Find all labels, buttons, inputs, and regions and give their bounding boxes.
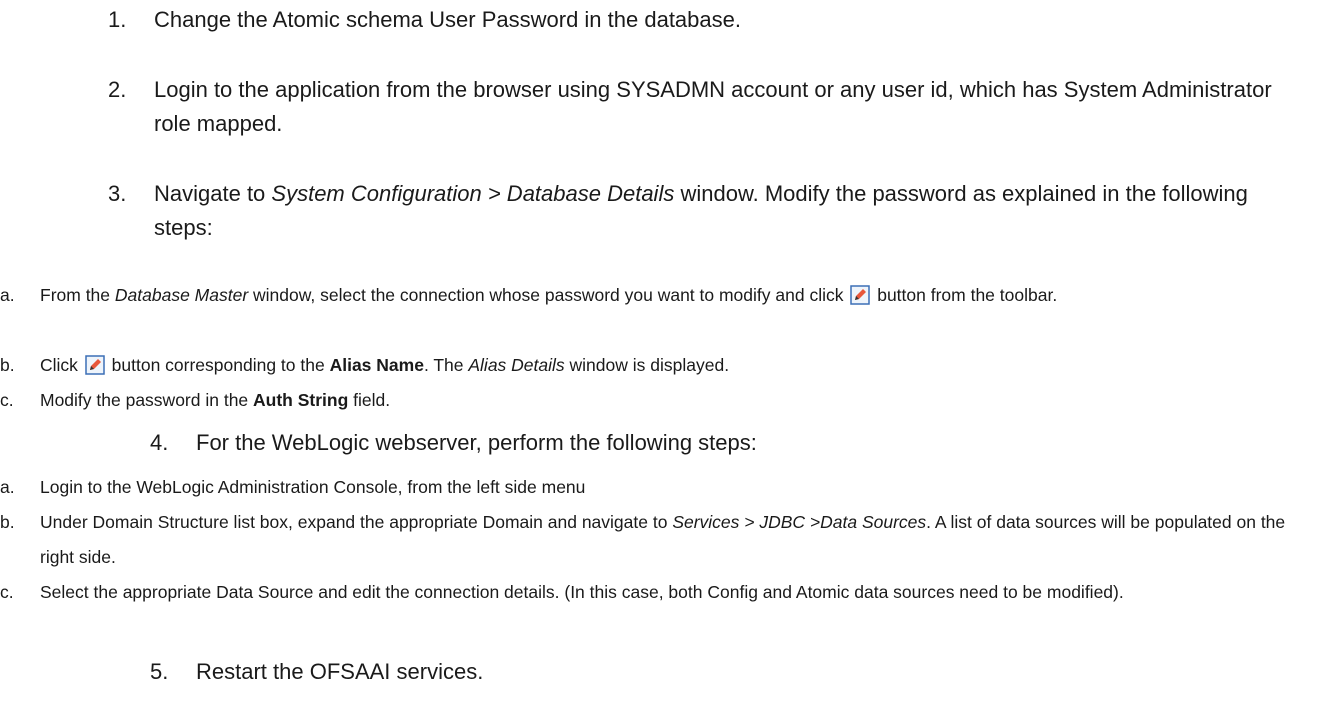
sub-step-text: Modify the password in the Auth String f… <box>40 383 1300 418</box>
sub-step-letter: a. <box>0 477 15 497</box>
field-name: Auth String <box>253 390 349 410</box>
text-segment: button from the toolbar. <box>872 285 1058 305</box>
sub-step-letter: b. <box>0 355 15 375</box>
sub-step-text: Under Domain Structure list box, expand … <box>40 505 1300 575</box>
window-name: Alias Details <box>468 355 565 375</box>
edit-icon <box>850 285 871 305</box>
step-text: Login to the application from the browse… <box>154 77 1272 136</box>
step-number: 1. <box>108 7 127 32</box>
text-segment: Navigate to <box>154 181 272 206</box>
step-4a: a. Login to the WebLogic Administration … <box>0 470 1300 505</box>
menu-path: Services > JDBC >Data Sources <box>672 512 927 532</box>
step-number: 5. <box>150 659 169 684</box>
step-3c: c. Modify the password in the Auth Strin… <box>0 383 1300 418</box>
text-segment: . The <box>423 355 469 375</box>
step-number: 3. <box>108 181 127 206</box>
step-3b: b. Click button corresponding to the Ali… <box>0 348 1300 383</box>
text-segment: Under Domain Structure list box, expand … <box>40 512 673 532</box>
step-text: Restart the OFSAAI services. <box>196 659 484 684</box>
sub-step-text: Click button corresponding to the Alias … <box>40 348 1300 383</box>
sub-step-letter: a. <box>0 285 15 305</box>
sub-step-text: Select the appropriate Data Source and e… <box>40 582 1124 602</box>
sub-step-text: From the Database Master window, select … <box>40 278 1300 313</box>
sub-step-letter: b. <box>0 512 15 532</box>
text-segment: Modify the password in the <box>40 390 254 410</box>
text-segment: window is displayed. <box>564 355 730 375</box>
sub-step-letter: c. <box>0 390 14 410</box>
text-segment: From the <box>40 285 115 305</box>
sub-step-letter: c. <box>0 582 14 602</box>
step-3a: a. From the Database Master window, sele… <box>0 278 1300 313</box>
step-5: 5. Restart the OFSAAI services. <box>150 655 1317 689</box>
step-text: Change the Atomic schema User Password i… <box>154 7 741 32</box>
step-4c: c. Select the appropriate Data Source an… <box>0 575 1300 610</box>
step-3: 3. Navigate to System Configuration > Da… <box>108 177 1298 245</box>
text-segment: window, select the connection whose pass… <box>248 285 849 305</box>
step-number: 2. <box>108 77 127 102</box>
step-4b: b. Under Domain Structure list box, expa… <box>0 505 1300 575</box>
edit-icon <box>85 355 105 375</box>
step-text: For the WebLogic webserver, perform the … <box>196 430 757 455</box>
field-name: Alias Name <box>329 355 424 375</box>
sub-step-text: Login to the WebLogic Administration Con… <box>40 477 586 497</box>
menu-path: System Configuration > Database Details <box>271 181 675 206</box>
step-1: 1. Change the Atomic schema User Passwor… <box>108 3 1298 37</box>
step-2: 2. Login to the application from the bro… <box>108 73 1298 141</box>
text-segment: Click <box>40 355 83 375</box>
step-text: Navigate to System Configuration > Datab… <box>154 177 1298 245</box>
window-name: Database Master <box>114 285 249 305</box>
step-4: 4. For the WebLogic webserver, perform t… <box>150 426 1317 460</box>
text-segment: button corresponding to the <box>106 355 330 375</box>
step-number: 4. <box>150 430 169 455</box>
text-segment: field. <box>348 390 391 410</box>
